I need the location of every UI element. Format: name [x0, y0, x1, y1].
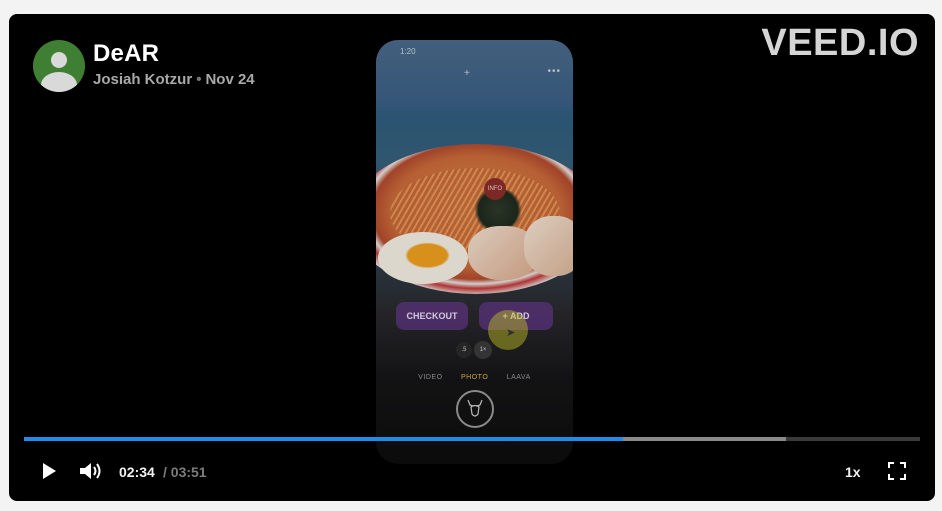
avatar-head — [51, 52, 67, 68]
veed-logo[interactable]: VEED.IO — [761, 22, 919, 65]
frame-checkout-button: CHECKOUT — [396, 302, 468, 330]
video-meta: Josiah Kotzur • Nov 24 — [93, 71, 255, 88]
progress-bar[interactable] — [24, 437, 920, 441]
video-title: DeAR — [93, 40, 160, 67]
current-time: 02:34 — [119, 464, 155, 480]
chicken-slice — [524, 216, 573, 276]
play-icon — [43, 463, 56, 479]
frame-zoom-one: 1× — [474, 341, 492, 359]
frame-menu-icon: ••• — [547, 66, 561, 77]
frame-status-time: 1:20 — [400, 47, 416, 56]
deer-icon — [456, 390, 494, 428]
playback-speed-button[interactable]: 1x — [845, 464, 861, 480]
deer-icon-graphic — [467, 399, 483, 417]
video-player[interactable]: DeAR Josiah Kotzur • Nov 24 VEED.IO 1:20 +… — [9, 14, 935, 501]
video-date: Nov 24 — [205, 71, 255, 88]
progress-played — [24, 437, 623, 441]
frame-mode-video: VIDEO — [418, 374, 443, 381]
frame-mode-laava: LAAVA — [506, 374, 531, 381]
play-button[interactable] — [39, 460, 59, 482]
video-frame[interactable]: 1:20 + ••• INFO CHECKOUT + ADD ➤ .5 1× V… — [376, 40, 573, 464]
avatar-body — [41, 72, 77, 92]
meta-separator: • — [196, 71, 202, 88]
volume-button[interactable] — [77, 459, 105, 483]
fullscreen-icon — [888, 462, 906, 480]
frame-info-chip: INFO — [484, 178, 506, 200]
cursor-icon: ➤ — [506, 327, 516, 339]
fullscreen-button[interactable] — [887, 461, 907, 481]
author-name: Josiah Kotzur — [93, 71, 193, 88]
frame-camera-modes: VIDEO PHOTO LAAVA — [376, 374, 573, 381]
volume-icon — [80, 463, 101, 479]
frame-mode-photo: PHOTO — [461, 374, 489, 381]
frame-zoom-half: .5 — [456, 342, 472, 358]
author-avatar — [33, 40, 85, 92]
total-time: / 03:51 — [163, 464, 207, 480]
frame-plus-icon: + — [464, 68, 470, 79]
soft-boiled-egg — [378, 232, 468, 284]
